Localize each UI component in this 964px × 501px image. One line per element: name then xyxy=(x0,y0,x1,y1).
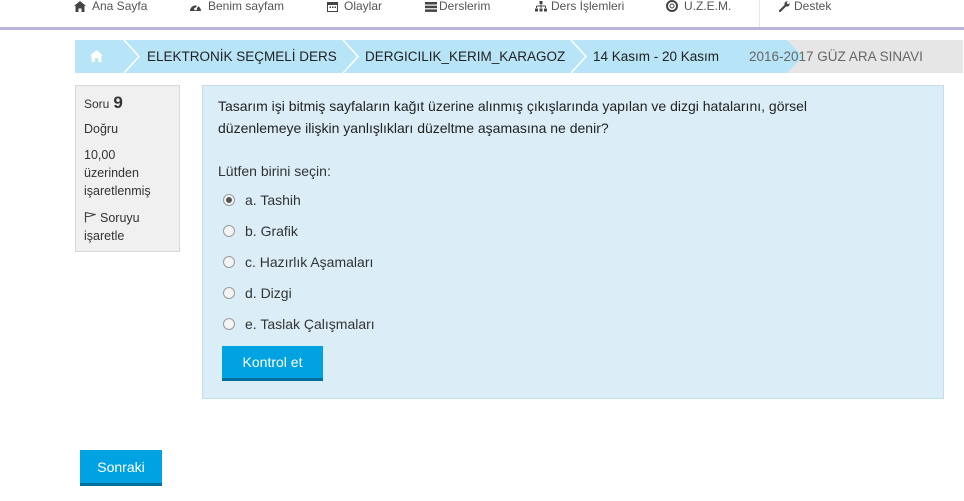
answer-option-c[interactable]: c. Hazırlık Aşamaları xyxy=(223,252,373,272)
question-box: Tasarım işi bitmiş sayfaların kağıt üzer… xyxy=(202,85,944,399)
calendar-icon xyxy=(327,2,338,12)
nav-my-page[interactable]: Benim sayfam xyxy=(189,0,284,16)
sitemap-icon xyxy=(535,1,547,12)
flag-question-link-text[interactable]: işaretle xyxy=(84,227,124,245)
next-button[interactable]: Sonraki xyxy=(80,450,162,486)
answer-prompt: Lütfen birini seçin: xyxy=(218,163,331,179)
question-text: Tasarım işi bitmiş sayfaların kağıt üzer… xyxy=(218,98,808,136)
question-info: Soru 9 Doğru 10,00 üzerinden işaretlenmiş… xyxy=(75,85,180,252)
nav-divider xyxy=(759,0,760,27)
radio-button[interactable] xyxy=(223,256,235,268)
nav-events[interactable]: Olaylar xyxy=(327,0,382,16)
check-button[interactable]: Kontrol et xyxy=(222,346,323,381)
radio-button-selected[interactable] xyxy=(223,194,235,206)
nav-support[interactable]: Destek xyxy=(778,0,831,16)
question-grade-text-2: işaretlenmiş xyxy=(84,184,151,198)
breadcrumb-home[interactable] xyxy=(90,40,103,73)
courses-icon xyxy=(425,2,437,12)
flag-icon xyxy=(84,211,98,223)
question-state: Doğru xyxy=(84,122,119,136)
breadcrumb-week[interactable]: 14 Kasım - 20 Kasım xyxy=(593,40,719,73)
radio-button[interactable] xyxy=(223,287,235,299)
home-icon xyxy=(90,50,103,62)
answer-option-a[interactable]: a. Tashih xyxy=(223,190,301,210)
nav-uzem[interactable]: U.Z.E.M. xyxy=(666,0,731,16)
answer-option-e[interactable]: e. Taslak Çalışmaları xyxy=(223,314,375,334)
nav-courses[interactable]: Derslerim xyxy=(425,0,490,16)
answer-option-b[interactable]: b. Grafik xyxy=(223,221,298,241)
breadcrumb-section[interactable]: DERGICILIK_KERIM_KARAGOZ xyxy=(365,40,565,73)
flag-question-link[interactable]: Soruyu xyxy=(84,209,140,227)
top-navigation: Ana Sayfa Benim sayfam Olaylar Derslerim… xyxy=(0,0,964,30)
radio-button[interactable] xyxy=(223,318,235,330)
question-grade-value: 10,00 xyxy=(84,148,116,162)
question-number: Soru 9 xyxy=(84,93,123,112)
question-grade-text-1: üzerinden xyxy=(84,166,139,180)
home-icon xyxy=(74,1,86,12)
breadcrumb-exam: 2016-2017 GÜZ ARA SINAVI xyxy=(749,49,923,64)
breadcrumb: ELEKTRONİK SEÇMELİ DERS DERGICILIK_KERIM… xyxy=(75,40,963,73)
nav-home[interactable]: Ana Sayfa xyxy=(74,0,147,16)
lifebuoy-icon xyxy=(666,0,678,12)
nav-course-operations[interactable]: Ders İşlemleri xyxy=(535,0,624,16)
answer-option-d[interactable]: d. Dizgi xyxy=(223,283,292,303)
radio-button[interactable] xyxy=(223,225,235,237)
dashboard-icon xyxy=(190,4,201,11)
breadcrumb-course[interactable]: ELEKTRONİK SEÇMELİ DERS xyxy=(147,40,337,73)
wrench-icon xyxy=(778,1,790,13)
